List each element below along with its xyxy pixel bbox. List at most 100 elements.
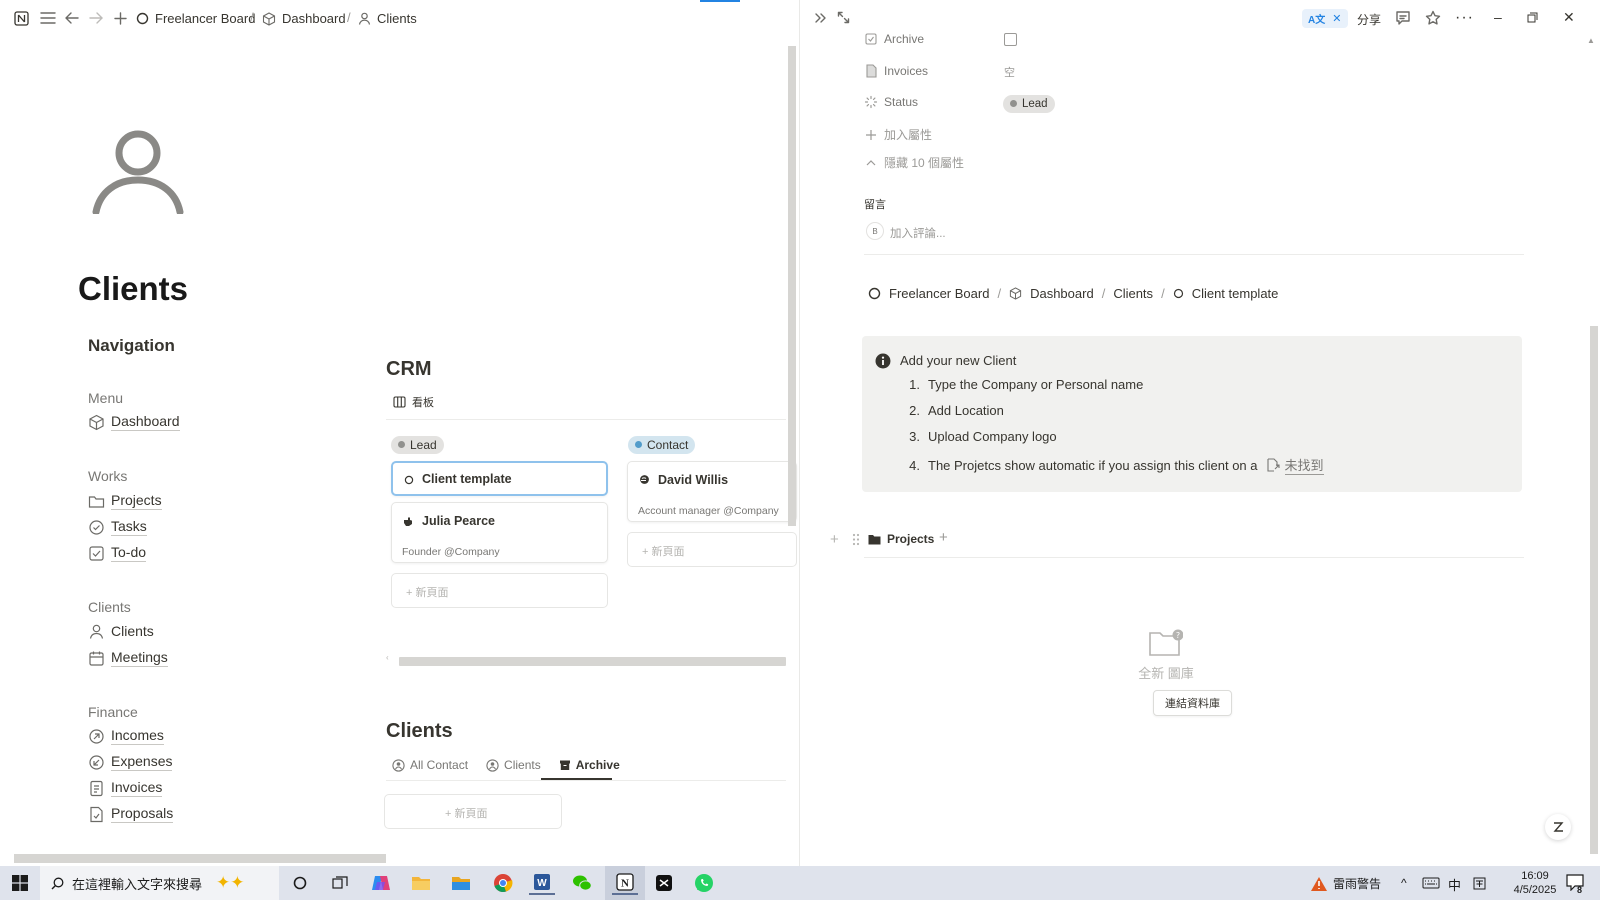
drag-handle-icon[interactable] <box>852 533 860 546</box>
board-card-david-willis[interactable]: David Willis Account manager @Company <box>627 461 797 522</box>
nav-item-expenses[interactable]: Expenses <box>88 753 173 771</box>
restore-window-icon[interactable] <box>1527 12 1538 23</box>
view-tab-label: 看板 <box>412 397 434 409</box>
translate-chip[interactable]: A文 ✕ <box>1302 9 1348 28</box>
nav-item-tasks[interactable]: Tasks <box>88 518 147 536</box>
folder-icon <box>868 534 881 544</box>
nav-item-dashboard[interactable]: Dashboard <box>88 413 180 431</box>
clients-new-page-button[interactable]: + 新頁面 <box>384 794 562 829</box>
tab-all-contact[interactable]: All Contact <box>392 758 468 772</box>
breadcrumb-label: Freelancer Board <box>155 11 256 26</box>
nav-item-clients[interactable]: Clients <box>88 623 154 640</box>
scroll-up-arrow-icon[interactable]: ▲ <box>1587 36 1595 45</box>
property-invoices[interactable]: Invoices <box>864 64 928 78</box>
word-icon[interactable]: W <box>529 871 555 895</box>
file-explorer-icon[interactable] <box>448 871 474 895</box>
column-contact-header[interactable]: Contact <box>628 435 696 454</box>
board-icon <box>393 396 406 408</box>
sidebar-menu-icon[interactable] <box>38 8 58 28</box>
inline-crumb-client-template[interactable]: Client template <box>1192 286 1279 301</box>
property-status[interactable]: Status <box>864 95 918 109</box>
notion-logo-icon[interactable] <box>11 8 31 28</box>
nav-item-proposals[interactable]: Proposals <box>88 805 174 823</box>
clock-date: 4/5/2025 <box>1513 884 1557 896</box>
notion-taskbar-icon[interactable]: N <box>612 871 638 895</box>
ai-assistant-button[interactable] <box>1545 814 1571 840</box>
missing-page-link[interactable]: 未找到 <box>1284 455 1324 475</box>
cortana-icon[interactable] <box>287 871 313 895</box>
clock[interactable]: 16:09 4/5/2025 <box>1500 869 1570 897</box>
add-property-button[interactable]: 加入屬性 <box>864 126 932 143</box>
search-icon <box>51 877 64 889</box>
new-page-plus-icon[interactable] <box>110 8 130 28</box>
comment-input[interactable]: 加入評論... <box>890 225 946 241</box>
hide-properties-toggle[interactable]: 隱藏 10 個屬性 <box>864 154 964 171</box>
keyboard-icon[interactable] <box>1422 877 1440 889</box>
share-button[interactable]: 分享 <box>1357 11 1381 28</box>
ime-mode-icon[interactable] <box>1473 877 1486 890</box>
taskbar-search-box[interactable]: 在這裡輸入文字來搜尋 ✦✦ <box>40 866 279 900</box>
archive-checkbox[interactable] <box>1004 33 1017 46</box>
new-page-button[interactable]: + 新頁面 <box>627 532 797 567</box>
task-view-icon[interactable] <box>327 871 353 895</box>
breadcrumb-dashboard[interactable]: Dashboard <box>262 11 346 26</box>
panel-vertical-scrollbar[interactable] <box>1590 326 1598 854</box>
minimize-window-icon[interactable]: – <box>1494 9 1502 25</box>
wechat-icon[interactable] <box>569 871 595 895</box>
close-icon[interactable]: ✕ <box>1332 12 1341 25</box>
inline-crumb-dashboard[interactable]: Dashboard <box>1030 286 1094 301</box>
weather-widget[interactable]: 雷雨警告 <box>1310 875 1381 892</box>
add-block-plus-icon[interactable]: + <box>830 531 839 548</box>
whatsapp-icon[interactable] <box>691 871 717 895</box>
nav-item-meetings[interactable]: Meetings <box>88 649 168 667</box>
step-text: Add Location <box>928 403 1004 418</box>
back-arrow-icon[interactable] <box>62 8 82 28</box>
inline-crumb-freelancer-board[interactable]: Freelancer Board <box>889 286 989 301</box>
breadcrumb-label: Clients <box>377 11 417 26</box>
tab-clients[interactable]: Clients <box>486 758 541 772</box>
ime-indicator[interactable]: 中 <box>1448 875 1461 894</box>
folder-icon <box>88 495 105 508</box>
board-card-client-template[interactable]: Client template <box>391 461 608 496</box>
property-archive[interactable]: Archive <box>864 32 924 46</box>
nav-item-incomes[interactable]: Incomes <box>88 727 164 745</box>
close-peek-icon[interactable] <box>814 11 828 25</box>
board-scrollbar[interactable] <box>399 657 786 666</box>
breadcrumb-separator: / <box>1161 286 1165 301</box>
more-options-icon[interactable]: ··· <box>1455 9 1474 27</box>
close-window-icon[interactable]: ✕ <box>1563 9 1575 26</box>
status-value[interactable]: Lead <box>1003 94 1055 113</box>
card-title: Client template <box>422 472 512 486</box>
tab-archive[interactable]: Archive <box>559 758 620 772</box>
capcut-icon[interactable] <box>651 871 677 895</box>
nav-item-todo[interactable]: To-do <box>88 544 147 562</box>
star-icon[interactable] <box>1425 10 1441 26</box>
breadcrumb-freelancer-board[interactable]: Freelancer Board <box>136 11 255 26</box>
breadcrumb-clients[interactable]: Clients <box>358 11 417 26</box>
add-view-plus-icon[interactable]: + <box>939 529 948 546</box>
chevron-up-icon[interactable]: ^ <box>1401 876 1407 890</box>
invoices-value[interactable]: 空 <box>1004 64 1015 80</box>
column-lead-header[interactable]: Lead <box>391 435 444 454</box>
comment-icon[interactable] <box>1395 10 1411 26</box>
nav-item-invoices[interactable]: Invoices <box>88 779 163 797</box>
board-card-julia-pearce[interactable]: Julia Pearce Founder @Company <box>391 502 608 563</box>
linked-db-tab-projects[interactable]: Projects <box>868 532 934 546</box>
connect-database-button[interactable]: 連結資料庫 <box>1153 690 1232 716</box>
new-page-button[interactable]: + 新頁面 <box>391 573 608 608</box>
storm-warning-icon <box>1311 876 1327 891</box>
chrome-icon[interactable] <box>490 871 516 895</box>
page-vertical-scrollbar[interactable] <box>788 46 796 526</box>
forward-arrow-icon[interactable] <box>86 8 106 28</box>
board-view-tab[interactable]: 看板 <box>393 394 434 410</box>
card-subtitle: Account manager @Company <box>638 505 779 517</box>
windows-start-icon[interactable] <box>7 871 33 895</box>
expand-icon[interactable] <box>837 11 850 24</box>
page-horizontal-scrollbar[interactable] <box>14 854 386 863</box>
inline-crumb-clients[interactable]: Clients <box>1113 286 1153 301</box>
scroll-left-arrow-icon[interactable]: ‹ <box>386 653 392 663</box>
file-explorer-yellow-icon[interactable] <box>408 871 434 895</box>
copilot-icon[interactable] <box>368 871 394 895</box>
status-dot <box>1010 100 1017 107</box>
nav-item-projects[interactable]: Projects <box>88 492 162 510</box>
